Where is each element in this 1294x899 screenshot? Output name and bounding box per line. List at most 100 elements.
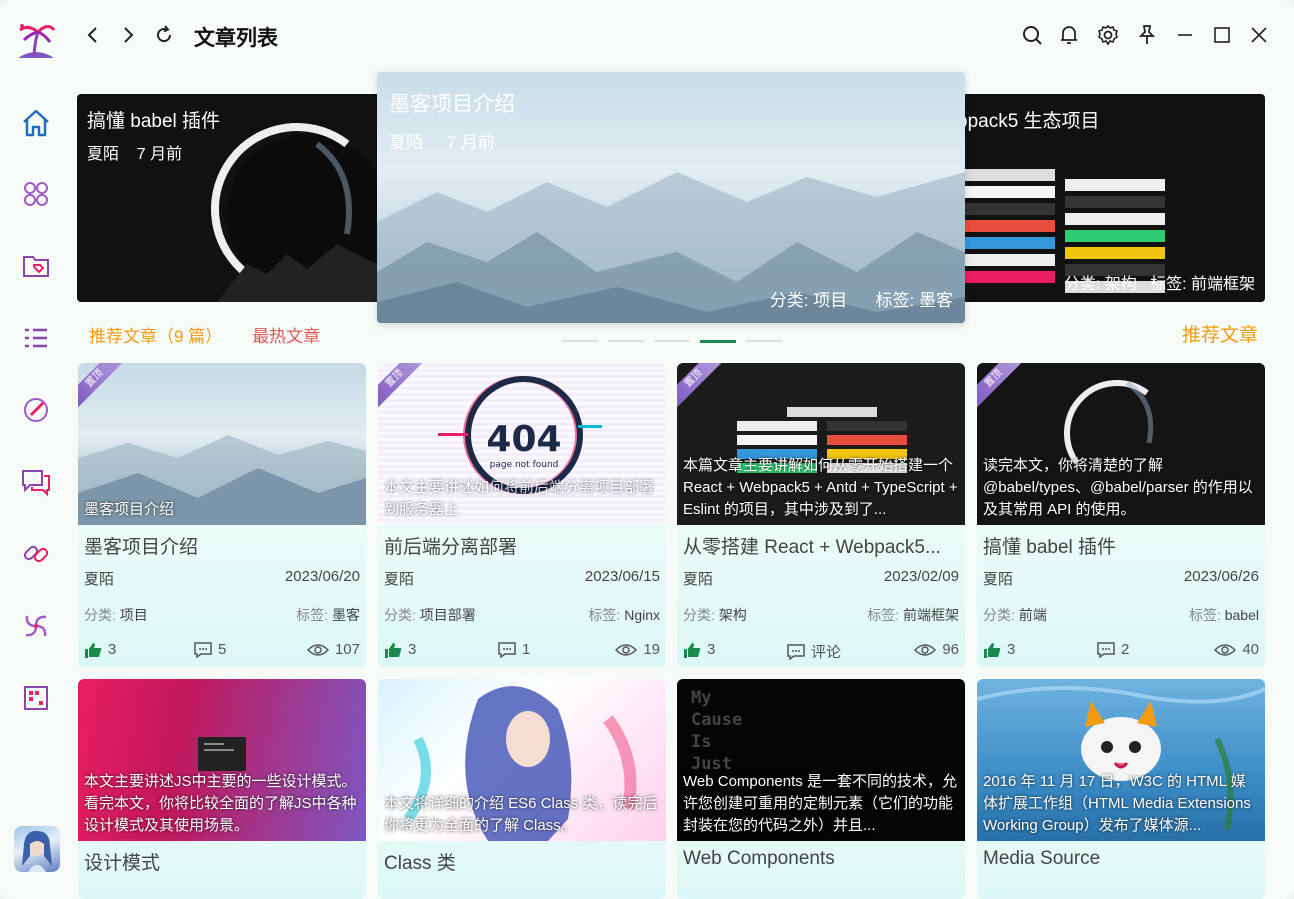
card-title[interactable]: Web Components (683, 848, 959, 870)
card-description: 本文主要讲述JS中主要的一些设计模式。看完本文，你将比较全面的了解JS中各种设计… (84, 773, 357, 834)
carousel-slide-babel[interactable]: 搞懂 babel 插件 夏陌 7 月前 (77, 94, 397, 302)
card-image: 本文主要讲述JS中主要的一些设计模式。看完本文，你将比较全面的了解JS中各种设计… (78, 679, 366, 841)
card-category: 分类: 前端 (983, 605, 1047, 625)
carousel-dots (562, 340, 782, 343)
brush-icon[interactable] (18, 392, 54, 428)
category-value[interactable]: 项目 (120, 607, 148, 623)
like-stat[interactable]: 3 (84, 641, 116, 658)
gear-icon[interactable] (1095, 22, 1121, 48)
like-stat[interactable]: 3 (384, 641, 416, 658)
refresh-icon[interactable] (151, 22, 177, 48)
like-count: 3 (408, 641, 417, 658)
carousel-dot[interactable] (746, 340, 782, 342)
card-title[interactable]: 从零搭建 React + Webpack5... (683, 532, 959, 559)
forward-icon[interactable] (115, 22, 141, 48)
view-stat: 40 (1214, 641, 1259, 658)
carousel-dot[interactable] (562, 340, 598, 342)
card-date: 2023/06/20 (284, 568, 360, 585)
link-icon[interactable] (18, 536, 54, 572)
card-author: 夏陌 (983, 571, 1014, 588)
article-card[interactable]: 2016 年 11 月 17 日，W3C 的 HTML 媒体扩展工作组（HTML… (977, 679, 1265, 899)
bell-icon[interactable] (1056, 22, 1082, 48)
carousel-title: 搞懂 babel 插件 (87, 111, 221, 132)
card-date: 2023/06/15 (584, 568, 660, 585)
card-category: 分类: 架构 (683, 605, 747, 625)
eye-icon (1214, 643, 1237, 656)
category-prefix: 分类: (384, 607, 420, 623)
carousel-dot-active[interactable] (700, 340, 736, 343)
tag-value[interactable]: babel (1225, 607, 1259, 623)
like-count: 3 (1007, 641, 1016, 658)
chat-icon[interactable] (18, 464, 54, 500)
view-count: 96 (942, 641, 959, 658)
card-description: 墨客项目介绍 (84, 501, 175, 518)
carousel-meta: 夏陌 7 月前 (87, 140, 182, 164)
maximize-icon[interactable] (1209, 22, 1235, 48)
article-card[interactable]: 墨客项目介绍 置顶 墨客项目介绍 夏陌 2023/06/20 分类: 项目 标签… (78, 363, 366, 667)
carousel-author: 夏陌 (389, 133, 423, 152)
card-title[interactable]: 搞懂 babel 插件 (983, 532, 1259, 559)
close-icon[interactable] (1246, 22, 1272, 48)
carousel-dot[interactable] (608, 340, 644, 342)
comment-count: 5 (218, 641, 227, 658)
tab-hot[interactable]: 最热文章 (252, 322, 320, 347)
article-card[interactable]: 读完本文，你将清楚的了解 @babel/types、@babel/parser … (977, 363, 1265, 667)
carousel-slide-moke[interactable]: 墨客项目介绍 夏陌 7 月前 分类: 项目 标签: 墨客 (377, 72, 965, 323)
card-image: 读完本文，你将清楚的了解 @babel/types、@babel/parser … (977, 363, 1265, 525)
card-date: 2023/06/26 (1183, 568, 1259, 585)
category-value[interactable]: 项目部署 (420, 607, 476, 623)
article-card[interactable]: 本篇文章主要讲解如何从零开始搭建一个 React + Webpack5 + An… (677, 363, 965, 667)
app-logo-icon (14, 18, 58, 62)
comment-stat[interactable]: 2 (1097, 641, 1129, 658)
card-title[interactable]: 前后端分离部署 (384, 532, 660, 559)
card-description: 本文主要讲述如何将前后端分离项目部署到服务器上 (384, 479, 655, 518)
card-author: 夏陌 (384, 571, 415, 588)
category-value[interactable]: 前端 (1019, 607, 1047, 623)
comment-stat[interactable]: 5 (194, 641, 226, 658)
minimize-icon[interactable] (1172, 22, 1198, 48)
tag-value[interactable]: Nginx (624, 607, 660, 623)
tag-value[interactable]: 前端框架 (903, 607, 959, 623)
home-icon[interactable] (18, 105, 54, 141)
like-count: 3 (108, 641, 117, 658)
image-text: My Cause Is Just (691, 688, 743, 774)
card-title[interactable]: Class 类 (384, 848, 660, 875)
card-description: Web Components 是一套不同的技术，允许您创建可重用的定制元素（它们… (683, 773, 957, 834)
article-card[interactable]: 404 page not found 本文主要讲述如何将前后端分离项目部署到服务… (378, 363, 666, 667)
list-icon[interactable] (18, 320, 54, 356)
like-stat[interactable]: 3 (683, 641, 715, 658)
folder-tag-icon[interactable] (18, 248, 54, 284)
grid-icon[interactable] (18, 680, 54, 716)
card-title[interactable]: Media Source (983, 848, 1259, 870)
article-card[interactable]: 本文将详细的介绍 ES6 Class 类，读完后你将更为全面的了解 Class。… (378, 679, 666, 899)
like-count: 3 (707, 641, 716, 658)
pin-icon[interactable] (1134, 22, 1160, 48)
card-title[interactable]: 墨客项目介绍 (84, 532, 360, 559)
card-title[interactable]: 设计模式 (84, 848, 360, 875)
carousel-meta: 分类: 架构 标签: 前端框架 (1064, 270, 1255, 294)
comment-stat[interactable]: 评论 (787, 641, 841, 662)
tab-recommend[interactable]: 推荐文章（9 篇） (89, 322, 222, 347)
category-value[interactable]: 架构 (719, 607, 747, 623)
tag-value[interactable]: 墨客 (332, 607, 360, 623)
carousel-dot[interactable] (654, 340, 690, 342)
article-card[interactable]: 本文主要讲述JS中主要的一些设计模式。看完本文，你将比较全面的了解JS中各种设计… (78, 679, 366, 899)
search-icon[interactable] (1019, 22, 1045, 48)
carousel-slide-webpack[interactable]: bpack5 生态项目 分类: 架构 标签: 前端框架 (945, 94, 1265, 302)
comment-count: 1 (522, 641, 531, 658)
avatar[interactable] (14, 826, 60, 872)
comment-count: 评论 (811, 644, 842, 661)
carousel-category: 分类: 项目 (769, 291, 848, 310)
thumbs-up-icon (984, 642, 1001, 658)
apps-icon[interactable] (18, 176, 54, 212)
comment-stat[interactable]: 1 (498, 641, 530, 658)
article-card[interactable]: My Cause Is Just Web Components 是一套不同的技术… (677, 679, 965, 899)
card-category: 分类: 项目部署 (384, 605, 476, 625)
swirl-icon[interactable] (18, 608, 54, 644)
card-description: 本篇文章主要讲解如何从零开始搭建一个 React + Webpack5 + An… (683, 457, 958, 518)
like-stat[interactable]: 3 (983, 641, 1015, 658)
eye-icon (306, 643, 329, 656)
comment-icon (498, 641, 516, 658)
back-icon[interactable] (80, 22, 106, 48)
view-stat: 96 (914, 641, 959, 658)
